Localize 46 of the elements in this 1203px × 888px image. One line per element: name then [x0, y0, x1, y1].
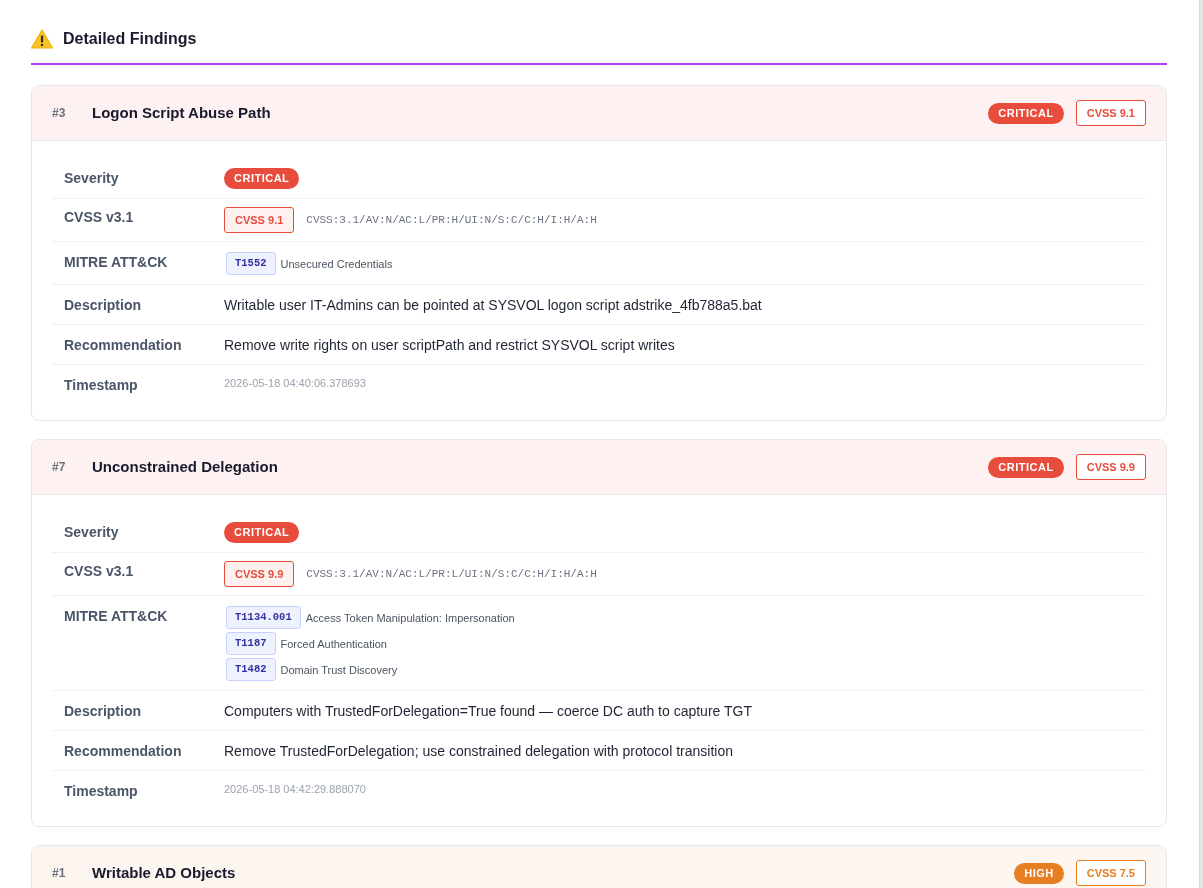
- technique-tag: T1552: [226, 252, 276, 275]
- detail-label: CVSS v3.1: [64, 208, 134, 227]
- finding-number: #7: [52, 459, 67, 475]
- severity-badge: HIGH: [1014, 862, 1064, 884]
- severity-badge: CRITICAL: [224, 522, 300, 543]
- cvss-vector: CVSS:3.1/AV:N/AC:L/PR:H/UI:N/S:C/C:H/I:H/A:H: [306, 213, 597, 228]
- severity-badge: CRITICAL: [988, 456, 1064, 478]
- detail-label: Severity: [64, 523, 119, 542]
- detail-label: Description: [64, 702, 141, 721]
- finding-title: Writable AD Objects: [92, 863, 236, 883]
- cvss-badge: CVSS 9.9: [224, 561, 295, 587]
- warning-icon: [31, 29, 53, 49]
- finding-number: #3: [52, 105, 67, 121]
- cvss-badge: CVSS 9.9: [1075, 454, 1146, 480]
- finding-title: Logon Script Abuse Path: [92, 103, 271, 123]
- detail-text: Writable user IT-Admins can be pointed at SYSVOL logon script adstrike_4fb788a5.bat: [224, 296, 762, 315]
- technique-name: Unsecured Credentials: [280, 256, 393, 272]
- technique-tag: T1134.001: [226, 606, 301, 629]
- cvss-badge: CVSS 9.1: [1075, 100, 1146, 126]
- technique-tag: T1187: [226, 632, 276, 655]
- detail-label: MITRE ATT&CK: [64, 607, 168, 626]
- severity-badge: CRITICAL: [988, 102, 1064, 124]
- detail-label: Recommendation: [64, 742, 182, 761]
- finding-number: #1: [52, 865, 67, 881]
- detail-label: CVSS v3.1: [64, 562, 134, 581]
- cvss-vector: CVSS:3.1/AV:N/AC:L/PR:L/UI:N/S:C/C:H/I:H/A:H: [306, 567, 597, 582]
- cvss-badge: CVSS 7.5: [1075, 860, 1146, 886]
- detail-label: Recommendation: [64, 336, 182, 355]
- detail-label: Timestamp: [64, 376, 138, 395]
- timestamp-text: 2026-05-18 04:40:06.378693: [224, 376, 366, 391]
- detail-label: Timestamp: [64, 782, 138, 801]
- detail-label: MITRE ATT&CK: [64, 253, 168, 272]
- technique-name: Domain Trust Discovery: [280, 662, 398, 678]
- detail-label: Description: [64, 296, 141, 315]
- section-title: Detailed Findings: [63, 29, 197, 49]
- technique-name: Forced Authentication: [280, 636, 387, 652]
- detail-text: Computers with TrustedForDelegation=True found — coerce DC auth to capture TGT: [224, 702, 752, 721]
- detail-text: Remove write rights on user scriptPath and restrict SYSVOL script writes: [224, 336, 675, 355]
- cvss-badge: CVSS 9.1: [224, 207, 295, 233]
- detail-label: Severity: [64, 169, 119, 188]
- severity-badge: CRITICAL: [224, 168, 300, 189]
- timestamp-text: 2026-05-18 04:42:29.888070: [224, 782, 366, 797]
- technique-name: Access Token Manipulation: Impersonation: [305, 610, 515, 626]
- technique-tag: T1482: [226, 658, 276, 681]
- detail-text: Remove TrustedForDelegation; use constrained delegation with protocol transition: [224, 742, 733, 761]
- finding-title: Unconstrained Delegation: [92, 457, 278, 477]
